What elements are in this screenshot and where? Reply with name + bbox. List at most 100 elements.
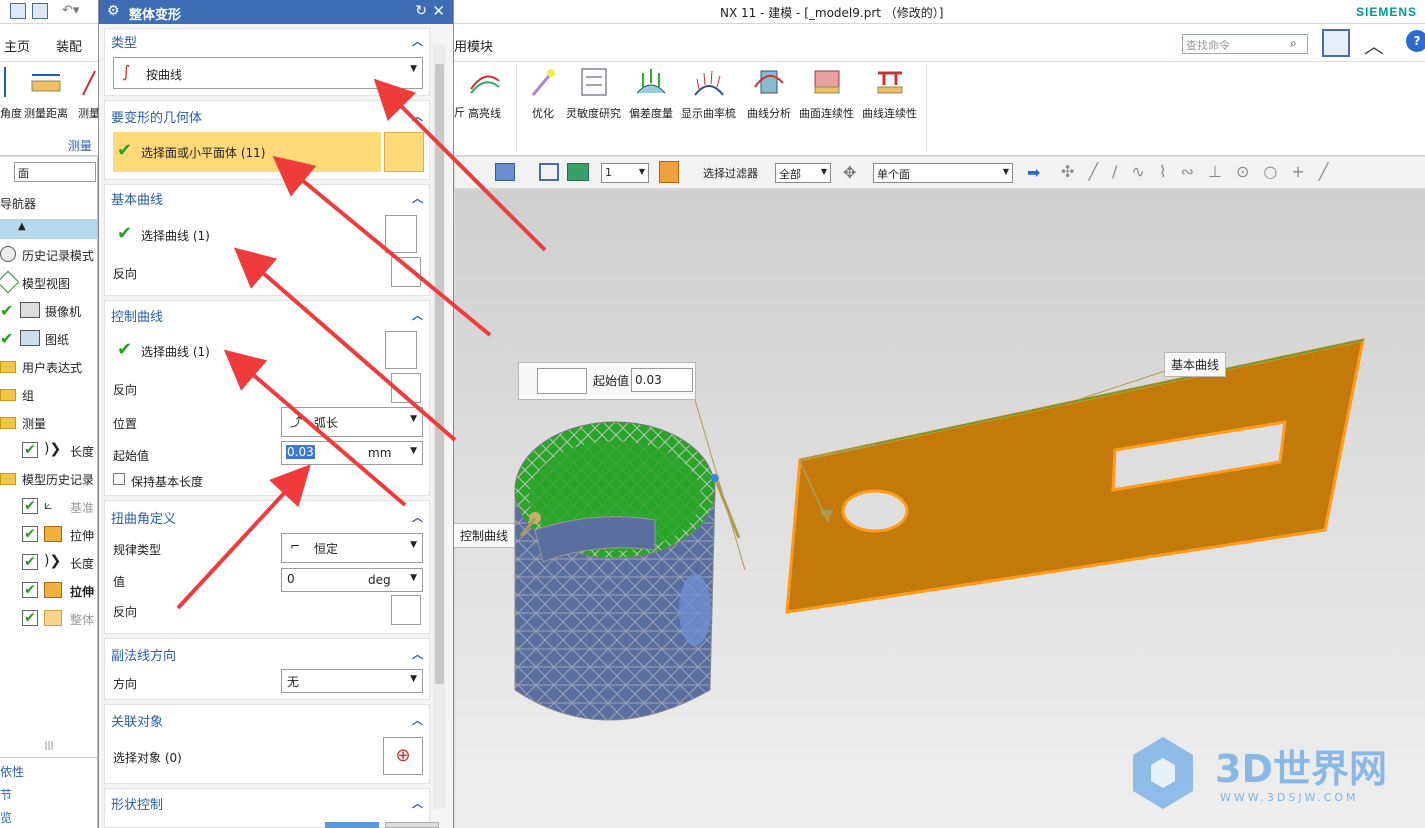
deformed-plate[interactable] [785, 338, 1365, 614]
control-curve-tag[interactable]: 控制曲线 [453, 523, 516, 548]
curvature-comb-button[interactable]: 显示曲率梳 [681, 67, 736, 121]
collapse-icon[interactable]: ︿ [412, 33, 423, 49]
checkbox[interactable]: ✔ [22, 526, 38, 542]
collapse-icon[interactable]: ︿ [412, 190, 423, 206]
dialog-scrollbar[interactable] [433, 44, 445, 809]
close-icon[interactable]: ✕ [432, 2, 445, 20]
checkbox[interactable]: ✔ [22, 554, 38, 570]
arrow-right-icon[interactable]: ➡ [1027, 163, 1040, 182]
type-select[interactable]: ∫ 按曲线 ▼ [113, 57, 423, 89]
ok-button[interactable] [325, 822, 379, 828]
curve-continuity-button[interactable]: 曲线连续性 [862, 67, 917, 121]
collapse-ribbon-icon[interactable]: ︿ [1364, 30, 1384, 59]
law-type-select[interactable]: ⌐ 恒定 ▼ [281, 533, 423, 563]
window-mode-icon[interactable] [1322, 29, 1350, 57]
filter-color-icon[interactable] [659, 161, 679, 183]
collapse-icon[interactable]: ︿ [412, 108, 423, 124]
highlight-lines-button[interactable]: 高亮线 [468, 67, 501, 121]
nav-extrude-2[interactable]: ✔ 拉伸 [0, 577, 97, 605]
nav-model-history[interactable]: 模型历史记录 [0, 465, 97, 493]
nav-groups[interactable]: 组 [0, 381, 97, 409]
nav-user-expressions[interactable]: 用户表达式 [0, 353, 97, 381]
keep-length-checkbox[interactable] [113, 473, 125, 485]
base-curve-tag[interactable]: 基本曲线 [1164, 352, 1227, 377]
search-icon[interactable]: ⌕ [1290, 36, 1297, 51]
snap-icon[interactable]: ✥ [843, 163, 856, 182]
undo-icon[interactable]: ↶▾ [62, 3, 79, 18]
measure-distance-button[interactable]: 测量距离 [24, 67, 68, 121]
face-selection-icon[interactable] [384, 132, 424, 172]
graphics-viewport[interactable]: 起始值 0.03 基本曲线 控制曲线 3D世界网 WWW.3DSJW.COM [453, 190, 1425, 828]
save-icon[interactable] [10, 3, 26, 19]
nav-drawings[interactable]: ✔ 图纸 [0, 325, 97, 353]
checkbox[interactable]: ✔ [22, 442, 38, 458]
checkbox[interactable]: ✔ [22, 498, 38, 514]
nav-search-field[interactable]: 面 [14, 162, 96, 182]
nav-details[interactable]: 节 [0, 786, 12, 803]
start-value-float-widget[interactable]: 起始值 0.03 [518, 362, 696, 400]
tab-assembly[interactable]: 装配 [56, 36, 82, 55]
layer-icon[interactable] [567, 163, 589, 181]
selection-filter-label[interactable]: 选择过滤器 [703, 165, 758, 181]
tab-home[interactable]: 主页 [4, 36, 30, 55]
deviation-gauge-button[interactable]: 偏差度量 [629, 67, 673, 121]
nav-extrude-1[interactable]: ✔ 拉伸 [0, 521, 97, 549]
tab-application-module[interactable]: 用模块 [454, 36, 493, 55]
curve-continuity-icon [874, 67, 906, 97]
nav-separator [0, 757, 97, 758]
nav-datum[interactable]: ✔ ⟀ 基准 [0, 493, 97, 521]
reverse-direction-icon[interactable] [391, 257, 421, 287]
nav-dependencies[interactable]: 依性 [0, 763, 24, 780]
float-start-value-input[interactable]: 0.03 [631, 368, 693, 392]
mesh-cylinder[interactable] [514, 421, 741, 721]
reverse-direction-icon[interactable] [391, 373, 421, 403]
select-faces-row[interactable]: ✔ 选择面或小平面体 (11) [113, 132, 381, 172]
measure-angle-button[interactable]: 角度 [0, 67, 22, 121]
nav-global-shaping[interactable]: ✔ 整体 [0, 605, 97, 633]
select-curve-icon[interactable] [385, 215, 417, 253]
nav-camera[interactable]: ✔ 摄像机 [0, 297, 97, 325]
nav-column-header[interactable]: ▲ [0, 219, 97, 239]
select-curve-icon[interactable] [385, 331, 417, 369]
cancel-button[interactable] [385, 822, 439, 828]
nav-preview[interactable]: 览 [0, 809, 12, 826]
nav-length-2[interactable]: ✔)❯ 长度 [0, 549, 97, 577]
twist-value-input[interactable]: 0 deg ▼ [281, 568, 423, 592]
snap-point-icons[interactable]: ✣╱∕∿⌇∾⊥⊙○+╱ [1061, 162, 1342, 181]
view-icon[interactable] [539, 163, 559, 181]
surface-continuity-button[interactable]: 曲面连续性 [799, 67, 854, 121]
nav-model-views[interactable]: 模型视图 [0, 269, 97, 297]
splitter-handle[interactable]: ||| [0, 741, 97, 751]
measure-button[interactable]: 测量 [78, 67, 100, 121]
optimize-button[interactable]: 优化 [527, 67, 559, 121]
checkbox[interactable]: ✔ [22, 582, 38, 598]
layer-select[interactable]: 1 [601, 163, 649, 183]
collapse-icon[interactable]: ︿ [412, 646, 423, 662]
cube-icon[interactable] [495, 163, 515, 181]
nav-measure[interactable]: 测量 [0, 409, 97, 437]
curve-law-icon[interactable] [537, 368, 587, 394]
type-filter-select[interactable]: 全部 [775, 163, 831, 183]
start-value-input[interactable]: 0.03 mm ▼ [281, 441, 423, 465]
nav-measure-length[interactable]: ✔)❯ 长度 [0, 437, 97, 465]
collapse-icon[interactable]: ︿ [412, 509, 423, 525]
check-icon: ✔ [117, 223, 133, 244]
collapse-icon[interactable]: ︿ [412, 307, 423, 323]
reverse-direction-icon[interactable] [391, 595, 421, 625]
reset-icon[interactable]: ↻ [415, 3, 427, 19]
crosshair-icon[interactable]: ⊕ [383, 737, 423, 775]
gear-icon: ⚙ [107, 3, 120, 19]
checkbox[interactable]: ✔ [22, 610, 38, 626]
sensitivity-study-button[interactable]: 灵敏度研究 [566, 67, 621, 121]
collapse-icon[interactable]: ︿ [412, 712, 423, 728]
partial-button[interactable]: 斤 [454, 104, 465, 120]
binormal-direction-select[interactable]: 无 ▼ [281, 669, 423, 693]
save-all-icon[interactable] [32, 3, 48, 19]
scroll-thumb[interactable] [435, 64, 444, 684]
position-select[interactable]: ⤴ 弧长 ▼ [281, 407, 423, 437]
selection-scope-select[interactable]: 单个面 [873, 163, 1013, 183]
curve-analysis-button[interactable]: 曲线分析 [747, 67, 791, 121]
collapse-icon[interactable]: ︿ [412, 795, 423, 811]
help-icon[interactable]: ? [1406, 30, 1425, 52]
nav-history-mode[interactable]: 历史记录模式 [0, 241, 97, 269]
